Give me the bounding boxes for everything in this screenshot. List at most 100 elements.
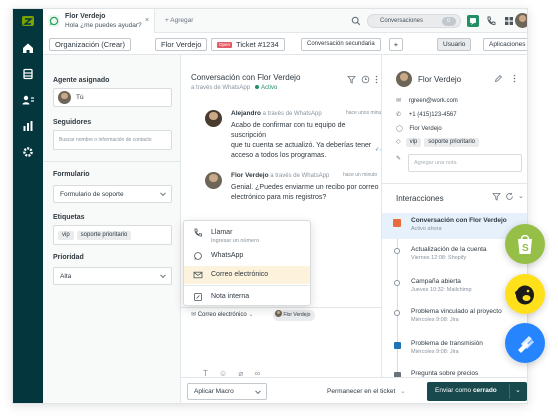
ticket-tab[interactable]: Flor Verdejo Hola ¿me puedes ayudar? × [43, 9, 155, 33]
timeline-dot-icon [394, 280, 400, 286]
composer-channel-selector[interactable]: ✉ Correo electrónico ⌄ [191, 311, 253, 318]
more-options-icon[interactable] [374, 75, 379, 84]
open-status-badge: Open [217, 42, 233, 48]
note-icon: ✎ [396, 156, 402, 162]
zendesk-logo-icon[interactable] [21, 15, 35, 27]
tab-title: Flor Verdejo [65, 13, 106, 20]
product-tray-icon[interactable] [503, 15, 515, 27]
conversation-title: Conversación con Flor Verdejo [191, 73, 301, 82]
submit-button[interactable]: Enviar como cerrado ⌄ [427, 382, 527, 401]
customer-message-avatar [205, 172, 222, 189]
menu-divider [184, 285, 310, 286]
views-icon[interactable] [21, 67, 35, 81]
menu-item-call[interactable]: Llamar Ingresar un número [184, 224, 310, 246]
assignee-field[interactable]: Tú [53, 88, 172, 107]
agent-message-avatar [205, 110, 222, 127]
agent-status-icon[interactable] [467, 15, 479, 27]
tab-apps[interactable]: Aplicaciones [483, 38, 527, 51]
priority-value: Alta [60, 273, 72, 280]
phone-icon[interactable] [485, 15, 497, 27]
tag-chip[interactable]: vip [58, 231, 74, 240]
assignee-label: Agente asignado [53, 77, 110, 84]
customer-email-row: ✉ rgreen@work.com [396, 98, 458, 104]
add-tab-button[interactable]: + Agregar [165, 17, 193, 24]
agent-avatar[interactable] [515, 13, 527, 28]
tab-user[interactable]: Usuario [437, 38, 472, 51]
close-tab-icon[interactable]: × [145, 17, 149, 24]
svg-text:S: S [522, 243, 529, 254]
chevron-down-icon[interactable]: ⌄ [518, 192, 524, 200]
menu-item-whatsapp[interactable]: WhatsApp [184, 247, 310, 265]
tag-chip[interactable]: soporte prioritario [424, 138, 479, 147]
active-status-dot [254, 85, 259, 89]
tags-label: Etiquetas [53, 214, 85, 221]
shopify-icon[interactable]: S [505, 224, 545, 264]
button-divider [509, 384, 510, 399]
tag-icon: ◇ [396, 139, 401, 145]
customer-avatar [396, 71, 412, 87]
more-options-icon[interactable] [512, 74, 517, 83]
stay-on-ticket-select[interactable]: Permanecer en el ticket ⌄ [327, 387, 406, 395]
message-time: hace un minuto [343, 172, 378, 178]
customers-icon[interactable] [21, 93, 35, 107]
composer-divider [181, 307, 381, 308]
assignee-value: Tú [76, 94, 84, 101]
conversation-status: Activo [261, 85, 278, 91]
home-icon[interactable] [21, 41, 35, 55]
menu-item-email[interactable]: Correo electrónico [184, 266, 310, 284]
tags-field[interactable]: vip soporte prioritario [53, 225, 172, 245]
filter-icon[interactable] [492, 192, 501, 201]
message-header: Alejandro a través de WhatsApp [231, 110, 322, 117]
followers-input[interactable]: Buscar nombre o información de contacto [53, 130, 172, 150]
customer-tags-row: ◇ vip soporte prioritario [396, 138, 482, 147]
whatsapp-icon [193, 251, 203, 261]
followers-placeholder: Buscar nombre o información de contacto [59, 137, 152, 143]
search-icon[interactable] [351, 16, 361, 26]
conversation-via-line: a través de WhatsApp Activo [191, 85, 278, 91]
email-icon [193, 270, 203, 280]
customer-whatsapp-row: ◯ Flor Verdejo [396, 126, 442, 132]
jira-icon[interactable] [505, 323, 545, 363]
customer-name: Flor Verdejo [418, 75, 462, 84]
tag-chip[interactable]: vip [405, 138, 422, 147]
mailchimp-icon[interactable] [505, 274, 545, 314]
chevron-down-icon [255, 387, 261, 394]
side-conversation-button[interactable]: Conversación secundaria [301, 38, 381, 51]
divider [43, 161, 180, 162]
followers-label: Seguidores [53, 119, 92, 126]
tag-chip[interactable]: soporte prioritario [76, 231, 132, 240]
customer-phone-row: ✆ +1 (415)123-4567 [396, 112, 457, 118]
timeline-dot-icon [394, 310, 400, 316]
priority-select[interactable]: Alta [53, 267, 172, 285]
whatsapp-icon [48, 15, 60, 27]
edit-pencil-icon[interactable] [494, 74, 503, 83]
ticket-properties-panel: Agente asignado Tú Seguidores Buscar nom… [43, 55, 181, 403]
channel-menu: Llamar Ingresar un número WhatsApp Corre… [183, 220, 311, 306]
customer-note-input[interactable]: Agregar una nota [408, 154, 522, 172]
conversations-label: Conversaciones [380, 18, 424, 24]
refresh-icon[interactable] [505, 192, 514, 201]
requester-breadcrumb[interactable]: Flor Verdejo [155, 38, 208, 51]
conversations-toggle[interactable]: Conversaciones 0 [367, 14, 461, 28]
apply-macro-select[interactable]: Aplicar Macro [187, 383, 267, 400]
message-body: Acabo de confirmar con tu equipo de susc… [231, 122, 372, 159]
admin-gear-icon[interactable] [21, 145, 35, 159]
organization-breadcrumb[interactable]: Organización (Crear) [49, 38, 132, 51]
ticket-breadcrumb[interactable]: Open Ticket #1234 [211, 38, 285, 51]
ticket-footer: Aplicar Macro Permanecer en el ticket ⌄ … [181, 377, 527, 403]
priority-label: Prioridad [53, 254, 84, 261]
timeline-dot-icon [394, 248, 400, 254]
form-select[interactable]: Formulario de soporte [53, 185, 172, 203]
add-side-conversation-button[interactable]: + [389, 38, 403, 51]
menu-item-internal-note[interactable]: Nota interna [184, 288, 310, 306]
recipient-chip[interactable]: Flor Verdejo [273, 310, 316, 321]
active-ticket-icon [393, 219, 401, 227]
history-clock-icon[interactable] [361, 75, 370, 84]
chevron-down-icon[interactable]: ⌄ [515, 386, 521, 394]
top-bar: Flor Verdejo Hola ¿me puedes ayudar? × +… [43, 9, 527, 33]
panel-divider [382, 183, 527, 184]
form-value: Formulario de soporte [60, 191, 124, 198]
form-label: Formulario [53, 171, 90, 178]
filter-icon[interactable] [347, 75, 356, 84]
reporting-icon[interactable] [21, 119, 35, 133]
